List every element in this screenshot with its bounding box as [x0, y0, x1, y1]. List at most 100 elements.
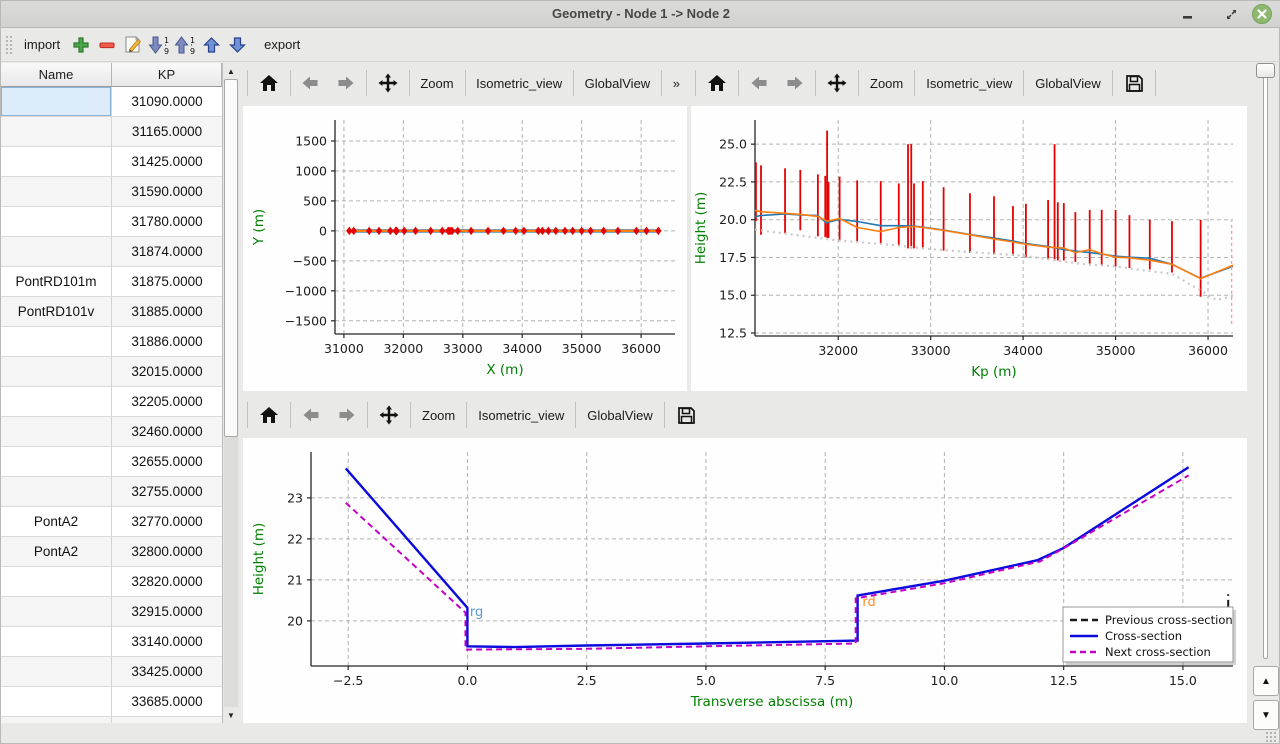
- home-button[interactable]: [698, 68, 736, 98]
- table-row[interactable]: 31590.0000: [1, 177, 222, 207]
- name-cell[interactable]: [1, 147, 112, 177]
- back-button[interactable]: [741, 68, 777, 98]
- table-row[interactable]: PontRD101m31875.0000: [1, 267, 222, 297]
- zoom-button[interactable]: Zoom: [861, 68, 912, 98]
- scrollbar-groove[interactable]: [224, 437, 238, 707]
- previous-section-button[interactable]: ▲: [1253, 666, 1279, 696]
- kp-cell[interactable]: 32755.0000: [112, 477, 222, 507]
- kp-cell[interactable]: 31425.0000: [112, 147, 222, 177]
- kp-cell[interactable]: 32915.0000: [112, 597, 222, 627]
- save-figure-button[interactable]: [667, 400, 705, 430]
- column-header-name[interactable]: Name: [1, 63, 112, 87]
- table-row[interactable]: [1, 717, 222, 723]
- plan-view-figure[interactable]: 310003200033000340003500036000−1500−1000…: [243, 106, 687, 391]
- window-resize-grip[interactable]: [1265, 731, 1277, 743]
- kp-cell[interactable]: 33140.0000: [112, 627, 222, 657]
- table-scrollbar[interactable]: ▲ ▼: [222, 63, 239, 723]
- name-cell[interactable]: [1, 627, 112, 657]
- table-row[interactable]: 31886.0000: [1, 327, 222, 357]
- name-cell[interactable]: PontA2: [1, 537, 112, 567]
- name-cell[interactable]: PontRD101m: [1, 267, 112, 297]
- table-row[interactable]: PontA232770.0000: [1, 507, 222, 537]
- table-row[interactable]: PontA232800.0000: [1, 537, 222, 567]
- toolbar-overflow-button[interactable]: »: [664, 68, 689, 98]
- table-row[interactable]: 31874.0000: [1, 237, 222, 267]
- kp-cell[interactable]: 31780.0000: [112, 207, 222, 237]
- scroll-down-button[interactable]: ▼: [223, 707, 239, 723]
- table-row[interactable]: 32460.0000: [1, 417, 222, 447]
- section-slider-track[interactable]: [1263, 63, 1268, 659]
- global-view-button[interactable]: GlobalView: [578, 400, 662, 430]
- table-row[interactable]: 32015.0000: [1, 357, 222, 387]
- minimize-button[interactable]: [1178, 5, 1198, 24]
- next-section-button[interactable]: ▼: [1253, 700, 1279, 730]
- forward-button[interactable]: [777, 68, 813, 98]
- name-cell[interactable]: [1, 177, 112, 207]
- kp-cell[interactable]: 31885.0000: [112, 297, 222, 327]
- name-cell[interactable]: [1, 477, 112, 507]
- save-figure-button[interactable]: [1115, 68, 1153, 98]
- table-row[interactable]: 32820.0000: [1, 567, 222, 597]
- table-row[interactable]: 32915.0000: [1, 597, 222, 627]
- column-header-kp[interactable]: KP: [112, 63, 222, 87]
- kp-cell[interactable]: 32460.0000: [112, 417, 222, 447]
- section-slider-thumb[interactable]: [1256, 63, 1275, 78]
- table-row[interactable]: 31165.0000: [1, 117, 222, 147]
- name-cell[interactable]: [1, 327, 112, 357]
- kp-cell[interactable]: 33685.0000: [112, 687, 222, 717]
- name-cell[interactable]: [1, 657, 112, 687]
- forward-button[interactable]: [328, 68, 364, 98]
- home-button[interactable]: [250, 68, 288, 98]
- kp-cell[interactable]: 32015.0000: [112, 357, 222, 387]
- table-row[interactable]: 32755.0000: [1, 477, 222, 507]
- global-view-button[interactable]: GlobalView: [576, 68, 660, 98]
- kp-cell[interactable]: 32820.0000: [112, 567, 222, 597]
- forward-button[interactable]: [329, 400, 365, 430]
- name-cell[interactable]: [1, 357, 112, 387]
- pan-button[interactable]: [818, 68, 856, 98]
- import-button[interactable]: import: [16, 33, 68, 56]
- edit-button[interactable]: [120, 32, 146, 58]
- name-cell[interactable]: [1, 567, 112, 597]
- kp-cell[interactable]: 32655.0000: [112, 447, 222, 477]
- kp-cell[interactable]: 32800.0000: [112, 537, 222, 567]
- name-cell[interactable]: [1, 117, 112, 147]
- table-row[interactable]: 32205.0000: [1, 387, 222, 417]
- restore-button[interactable]: [1221, 5, 1241, 24]
- export-button[interactable]: export: [256, 33, 308, 56]
- isometric-view-button[interactable]: Isometric_view: [467, 68, 571, 98]
- kp-cell[interactable]: 31874.0000: [112, 237, 222, 267]
- name-cell[interactable]: [1, 597, 112, 627]
- toolbar-grip-handle[interactable]: [4, 34, 12, 56]
- longitudinal-profile-figure[interactable]: 320003300034000350003600012.515.017.520.…: [691, 106, 1247, 391]
- name-cell[interactable]: [1, 87, 112, 117]
- back-button[interactable]: [292, 68, 328, 98]
- kp-cell[interactable]: [112, 717, 222, 723]
- move-up-button[interactable]: [198, 32, 224, 58]
- name-cell[interactable]: [1, 387, 112, 417]
- kp-cell[interactable]: 31875.0000: [112, 267, 222, 297]
- name-cell[interactable]: [1, 207, 112, 237]
- kp-cell[interactable]: 31590.0000: [112, 177, 222, 207]
- kp-cell[interactable]: 33425.0000: [112, 657, 222, 687]
- sort-descending-button[interactable]: 1 9: [146, 32, 172, 58]
- table-row[interactable]: 31780.0000: [1, 207, 222, 237]
- name-cell[interactable]: PontA2: [1, 507, 112, 537]
- move-down-button[interactable]: [224, 32, 250, 58]
- table-row[interactable]: 33685.0000: [1, 687, 222, 717]
- titlebar[interactable]: Geometry - Node 1 -> Node 2: [1, 1, 1280, 28]
- global-view-button[interactable]: GlobalView: [1026, 68, 1110, 98]
- scroll-up-button[interactable]: ▲: [223, 63, 239, 79]
- add-row-button[interactable]: [68, 32, 94, 58]
- home-button[interactable]: [250, 400, 288, 430]
- cross-section-figure[interactable]: −2.50.02.55.07.510.012.515.020212223rgrd…: [243, 438, 1247, 723]
- pan-button[interactable]: [370, 400, 408, 430]
- name-cell[interactable]: [1, 447, 112, 477]
- table-row[interactable]: PontRD101v31885.0000: [1, 297, 222, 327]
- name-cell[interactable]: PontRD101v: [1, 297, 112, 327]
- zoom-button[interactable]: Zoom: [413, 400, 464, 430]
- name-cell[interactable]: [1, 417, 112, 447]
- zoom-button[interactable]: Zoom: [411, 68, 462, 98]
- back-button[interactable]: [293, 400, 329, 430]
- table-row[interactable]: 33140.0000: [1, 627, 222, 657]
